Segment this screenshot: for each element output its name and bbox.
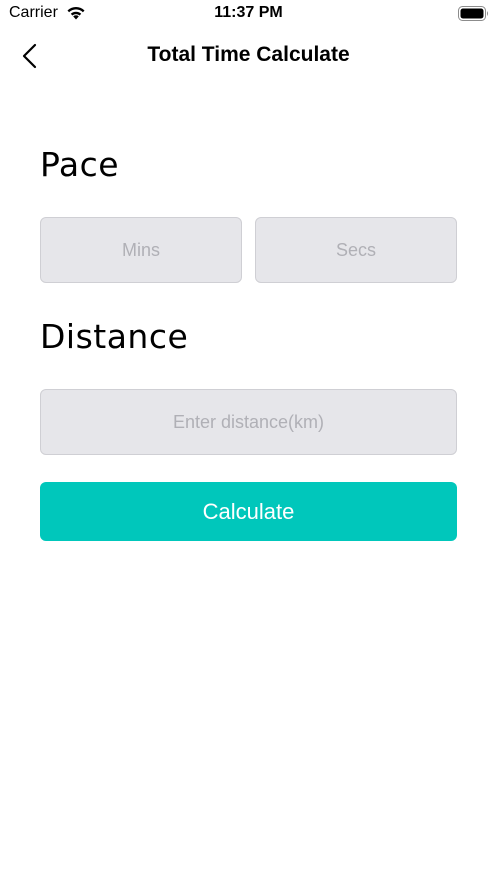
battery-icon (458, 6, 488, 21)
status-bar: Carrier 11:37 PM (0, 0, 497, 28)
calculate-button[interactable]: Calculate (40, 482, 457, 541)
status-time: 11:37 PM (214, 4, 283, 21)
pace-heading: Pace (40, 145, 120, 184)
distance-input[interactable] (40, 389, 457, 455)
pace-seconds-input[interactable] (255, 217, 457, 283)
distance-heading: Distance (40, 317, 189, 356)
pace-minutes-input[interactable] (40, 217, 242, 283)
total-time-calculate-screen: Carrier 11:37 PM Total Time Calculate Pa… (0, 0, 497, 883)
page-title: Total Time Calculate (147, 43, 350, 66)
navigation-bar: Total Time Calculate (0, 28, 497, 84)
